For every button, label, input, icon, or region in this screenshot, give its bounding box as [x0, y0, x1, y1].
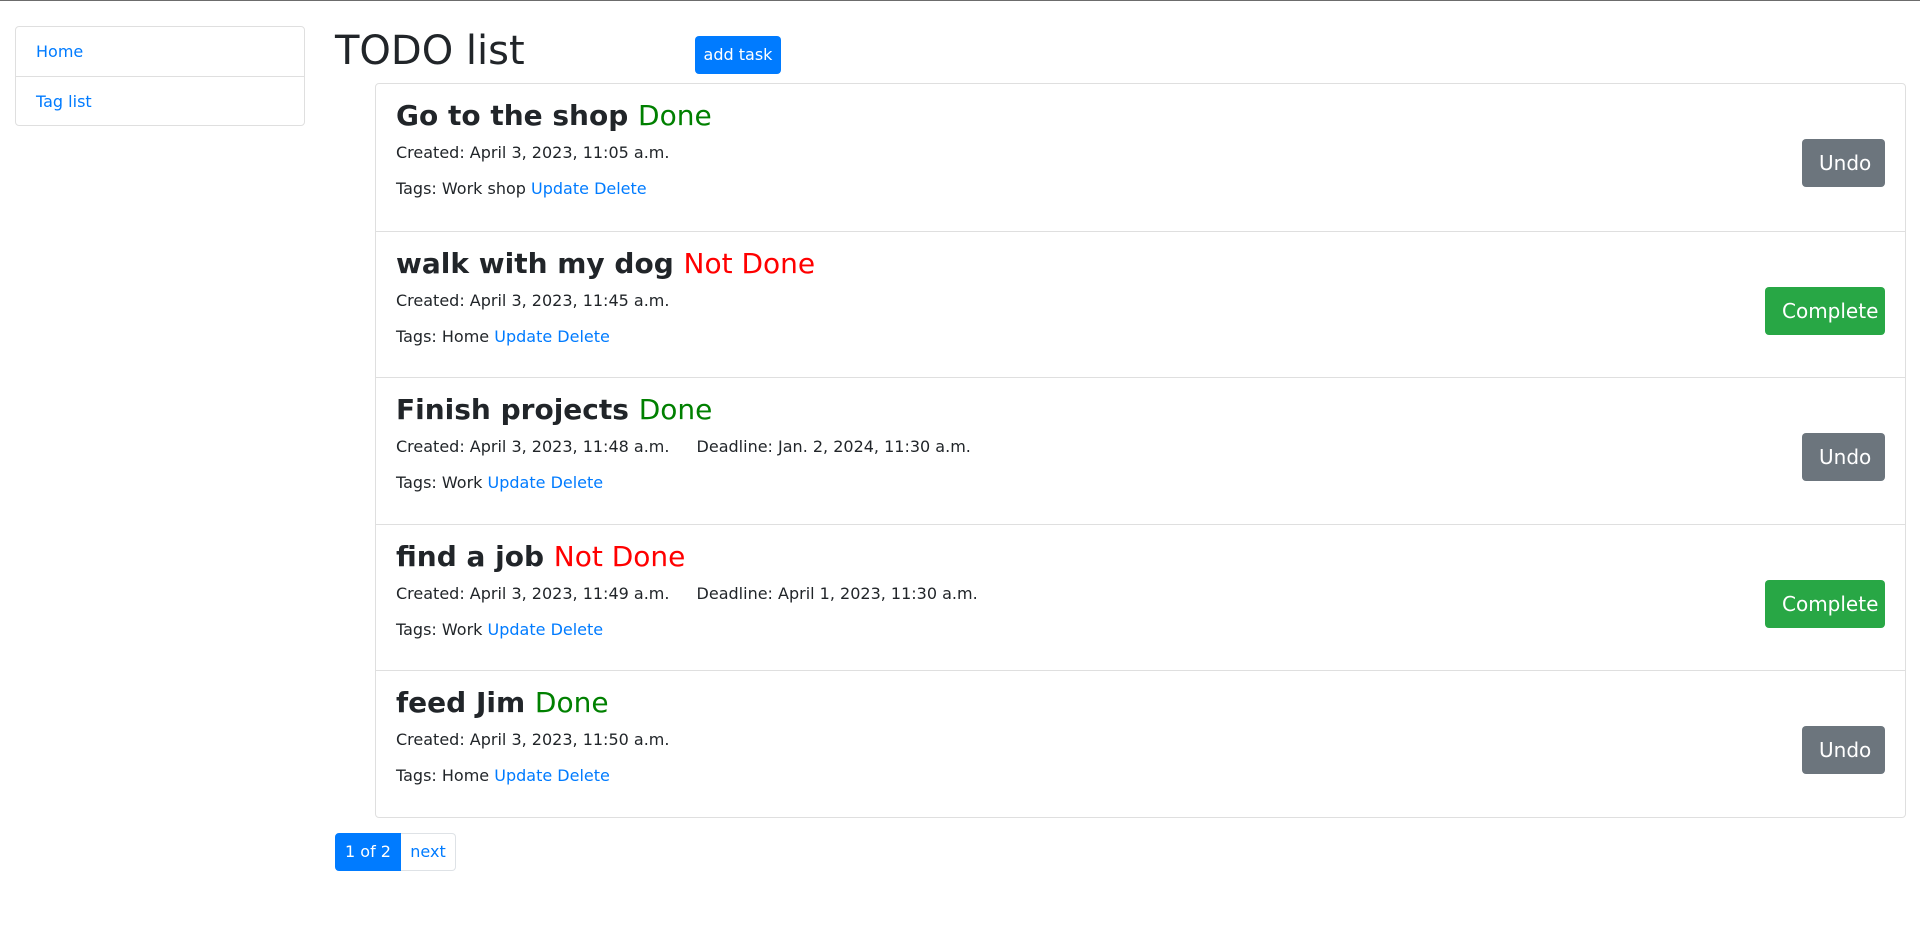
- tags-text: Tags: Home: [396, 326, 490, 346]
- add-task-button[interactable]: add task: [695, 36, 781, 74]
- deadline-date: Deadline: April 1, 2023, 11:30 a.m.: [696, 583, 978, 603]
- sidebar-item-home[interactable]: Home: [16, 27, 304, 76]
- list-item: walk with my dog Not Done Created: April…: [376, 230, 1905, 378]
- task-title: walk with my dog Not Done: [396, 246, 1885, 282]
- status-label: Not Done: [553, 539, 686, 573]
- tags-text: Tags: Work: [396, 473, 483, 493]
- update-link[interactable]: Update: [488, 620, 546, 639]
- task-name: feed Jim: [396, 686, 526, 720]
- page-title: TODO list: [335, 28, 525, 74]
- delete-link[interactable]: Delete: [557, 766, 610, 785]
- current-page: 1 of 2: [335, 833, 401, 871]
- task-meta: Created: April 3, 2023, 11:05 a.m.: [396, 138, 1885, 168]
- undo-button[interactable]: Undo: [1802, 433, 1885, 482]
- task-title: find a job Not Done: [396, 539, 1885, 575]
- update-link[interactable]: Update: [494, 327, 552, 346]
- status-label: Done: [638, 393, 713, 427]
- created-date: Created: April 3, 2023, 11:05 a.m.: [396, 143, 670, 162]
- sidebar-item-tag-list[interactable]: Tag list: [16, 76, 304, 125]
- task-name: Go to the shop: [396, 99, 629, 132]
- task-meta: Created: April 3, 2023, 11:49 a.m. Deadl…: [396, 579, 1885, 609]
- task-tags: Tags: Work Update Delete: [396, 618, 1885, 642]
- list-item: Go to the shop Done Created: April 3, 20…: [376, 84, 1905, 231]
- task-meta: Created: April 3, 2023, 11:50 a.m.: [396, 725, 1885, 755]
- update-link[interactable]: Update: [531, 179, 589, 198]
- undo-button[interactable]: Undo: [1802, 139, 1885, 187]
- task-title: Finish projects Done: [396, 392, 1885, 428]
- task-name: Finish projects: [396, 393, 629, 427]
- delete-link[interactable]: Delete: [551, 473, 604, 492]
- task-tags: Tags: Work Update Delete: [396, 471, 1885, 495]
- task-list: Go to the shop Done Created: April 3, 20…: [375, 83, 1906, 818]
- status-label: Done: [534, 686, 609, 720]
- task-name: find a job: [396, 539, 544, 573]
- update-link[interactable]: Update: [488, 473, 546, 492]
- created-date: Created: April 3, 2023, 11:48 a.m.: [396, 437, 670, 457]
- created-date: Created: April 3, 2023, 11:50 a.m.: [396, 730, 670, 750]
- list-item: Finish projects Done Created: April 3, 2…: [376, 377, 1905, 524]
- task-name: walk with my dog: [396, 246, 674, 280]
- sidebar: Home Tag list: [15, 26, 305, 126]
- pagination: 1 of 2 next: [335, 833, 456, 871]
- tags-text: Tags: Work shop: [396, 179, 526, 198]
- status-label: Not Done: [683, 246, 816, 280]
- task-meta: Created: April 3, 2023, 11:45 a.m.: [396, 286, 1885, 316]
- delete-link[interactable]: Delete: [551, 620, 604, 639]
- tags-text: Tags: Home: [396, 766, 490, 786]
- next-page-link[interactable]: next: [401, 833, 456, 871]
- task-title: Go to the shop Done: [396, 98, 1885, 134]
- created-date: Created: April 3, 2023, 11:49 a.m.: [396, 583, 670, 603]
- complete-button[interactable]: Complete: [1765, 579, 1885, 628]
- status-label: Done: [638, 99, 712, 132]
- task-meta: Created: April 3, 2023, 11:48 a.m. Deadl…: [396, 432, 1885, 462]
- delete-link[interactable]: Delete: [594, 179, 647, 198]
- task-tags: Tags: Home Update Delete: [396, 325, 1885, 349]
- delete-link[interactable]: Delete: [557, 327, 610, 346]
- update-link[interactable]: Update: [494, 766, 552, 785]
- task-tags: Tags: Home Update Delete: [396, 764, 1885, 788]
- task-title: feed Jim Done: [396, 685, 1885, 721]
- list-item: feed Jim Done Created: April 3, 2023, 11…: [376, 670, 1905, 817]
- tags-text: Tags: Work: [396, 619, 483, 639]
- task-tags: Tags: Work shop Update Delete: [396, 177, 1885, 201]
- undo-button[interactable]: Undo: [1802, 726, 1885, 775]
- created-date: Created: April 3, 2023, 11:45 a.m.: [396, 290, 670, 310]
- deadline-date: Deadline: Jan. 2, 2024, 11:30 a.m.: [696, 437, 971, 457]
- complete-button[interactable]: Complete: [1765, 286, 1885, 335]
- list-item: find a job Not Done Created: April 3, 20…: [376, 523, 1905, 671]
